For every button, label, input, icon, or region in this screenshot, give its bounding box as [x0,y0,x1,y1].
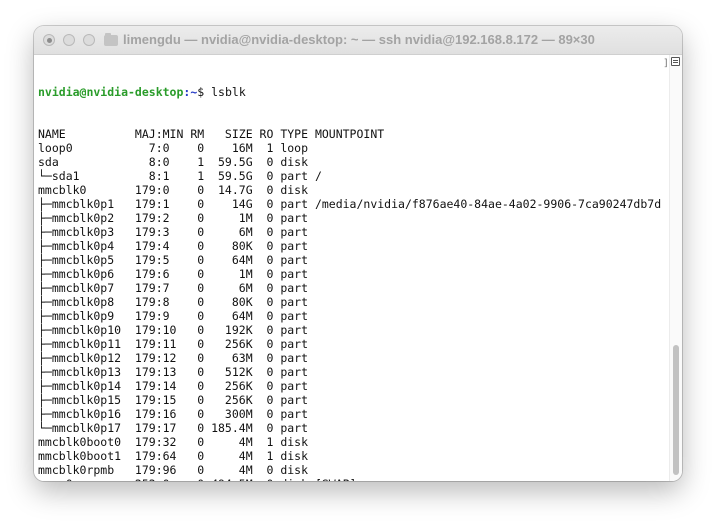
scrollbar-thumb[interactable] [673,345,679,475]
folder-icon [104,32,118,46]
terminal-output: nvidia@nvidia-desktop:~$ lsblk NAME MAJ:… [38,57,661,481]
prompt-command: lsblk [211,85,246,99]
minimize-window-button[interactable] [63,34,75,46]
output-line: NAME MAJ:MIN RM SIZE RO TYPE MOUNTPOINT [38,127,385,141]
output-line: ├─mmcblk0p1 179:1 0 14G 0 part /media/nv… [38,197,662,211]
prompt-path: :~ [183,85,198,99]
output-line: └─sda1 8:1 1 59.5G 0 part / [38,169,322,183]
split-pane-icon[interactable] [671,57,680,66]
zoom-window-button[interactable] [83,34,95,46]
output-line: zram0 252:0 0 494.5M 0 disk [SWAP] [38,477,661,481]
output-line: ├─mmcblk0p7 179:7 0 6M 0 part [38,281,309,295]
prompt-symbol: $ [197,85,212,99]
output-line: ├─mmcblk0p16 179:16 0 300M 0 part [38,407,309,421]
title-bar[interactable]: limengdu — nvidia@nvidia-desktop: ~ — ss… [34,26,682,55]
output-line: mmcblk0boot0 179:32 0 4M 1 disk [38,435,309,449]
output-line: ├─mmcblk0p3 179:3 0 6M 0 part [38,225,309,239]
output-line: ├─mmcblk0p9 179:9 0 64M 0 part [38,309,309,323]
output-line: ├─mmcblk0p10 179:10 0 192K 0 part [38,323,309,337]
output-line: ├─mmcblk0p5 179:5 0 64M 0 part [38,253,309,267]
output-line: ├─mmcblk0p14 179:14 0 256K 0 part [38,379,309,393]
output-line: ├─mmcblk0p8 179:8 0 80K 0 part [38,295,309,309]
output-line: ├─mmcblk0p15 179:15 0 256K 0 part [38,393,309,407]
close-window-button[interactable] [43,34,55,46]
output-line: sda 8:0 1 59.5G 0 disk [38,155,309,169]
output-line: mmcblk0 179:0 0 14.7G 0 disk [38,183,309,197]
output-line: ├─mmcblk0p2 179:2 0 1M 0 part [38,211,309,225]
terminal-content[interactable]: nvidia@nvidia-desktop:~$ lsblk NAME MAJ:… [34,55,670,481]
terminal-window: limengdu — nvidia@nvidia-desktop: ~ — ss… [34,26,682,481]
window-title-text: limengdu — nvidia@nvidia-desktop: ~ — ss… [123,32,595,47]
window-title: limengdu — nvidia@nvidia-desktop: ~ — ss… [104,26,595,54]
output-line: ├─mmcblk0p6 179:6 0 1M 0 part [38,267,309,281]
vertical-scrollbar[interactable] [669,55,682,481]
output-line: loop0 7:0 0 16M 1 loop [38,141,309,155]
output-line: └─mmcblk0p17 179:17 0 185.4M 0 part [38,421,309,435]
prompt-user-host: nvidia@nvidia-desktop [38,85,184,99]
output-line: mmcblk0rpmb 179:96 0 4M 0 disk [38,463,309,477]
output-line: mmcblk0boot1 179:64 0 4M 1 disk [38,449,309,463]
output-line: ├─mmcblk0p4 179:4 0 80K 0 part [38,239,309,253]
prompt-line: nvidia@nvidia-desktop:~$ lsblk [38,85,661,99]
output-line: ├─mmcblk0p11 179:11 0 256K 0 part [38,337,309,351]
output-line: ├─mmcblk0p13 179:13 0 512K 0 part [38,365,309,379]
output-line: ├─mmcblk0p12 179:12 0 63M 0 part [38,351,309,365]
